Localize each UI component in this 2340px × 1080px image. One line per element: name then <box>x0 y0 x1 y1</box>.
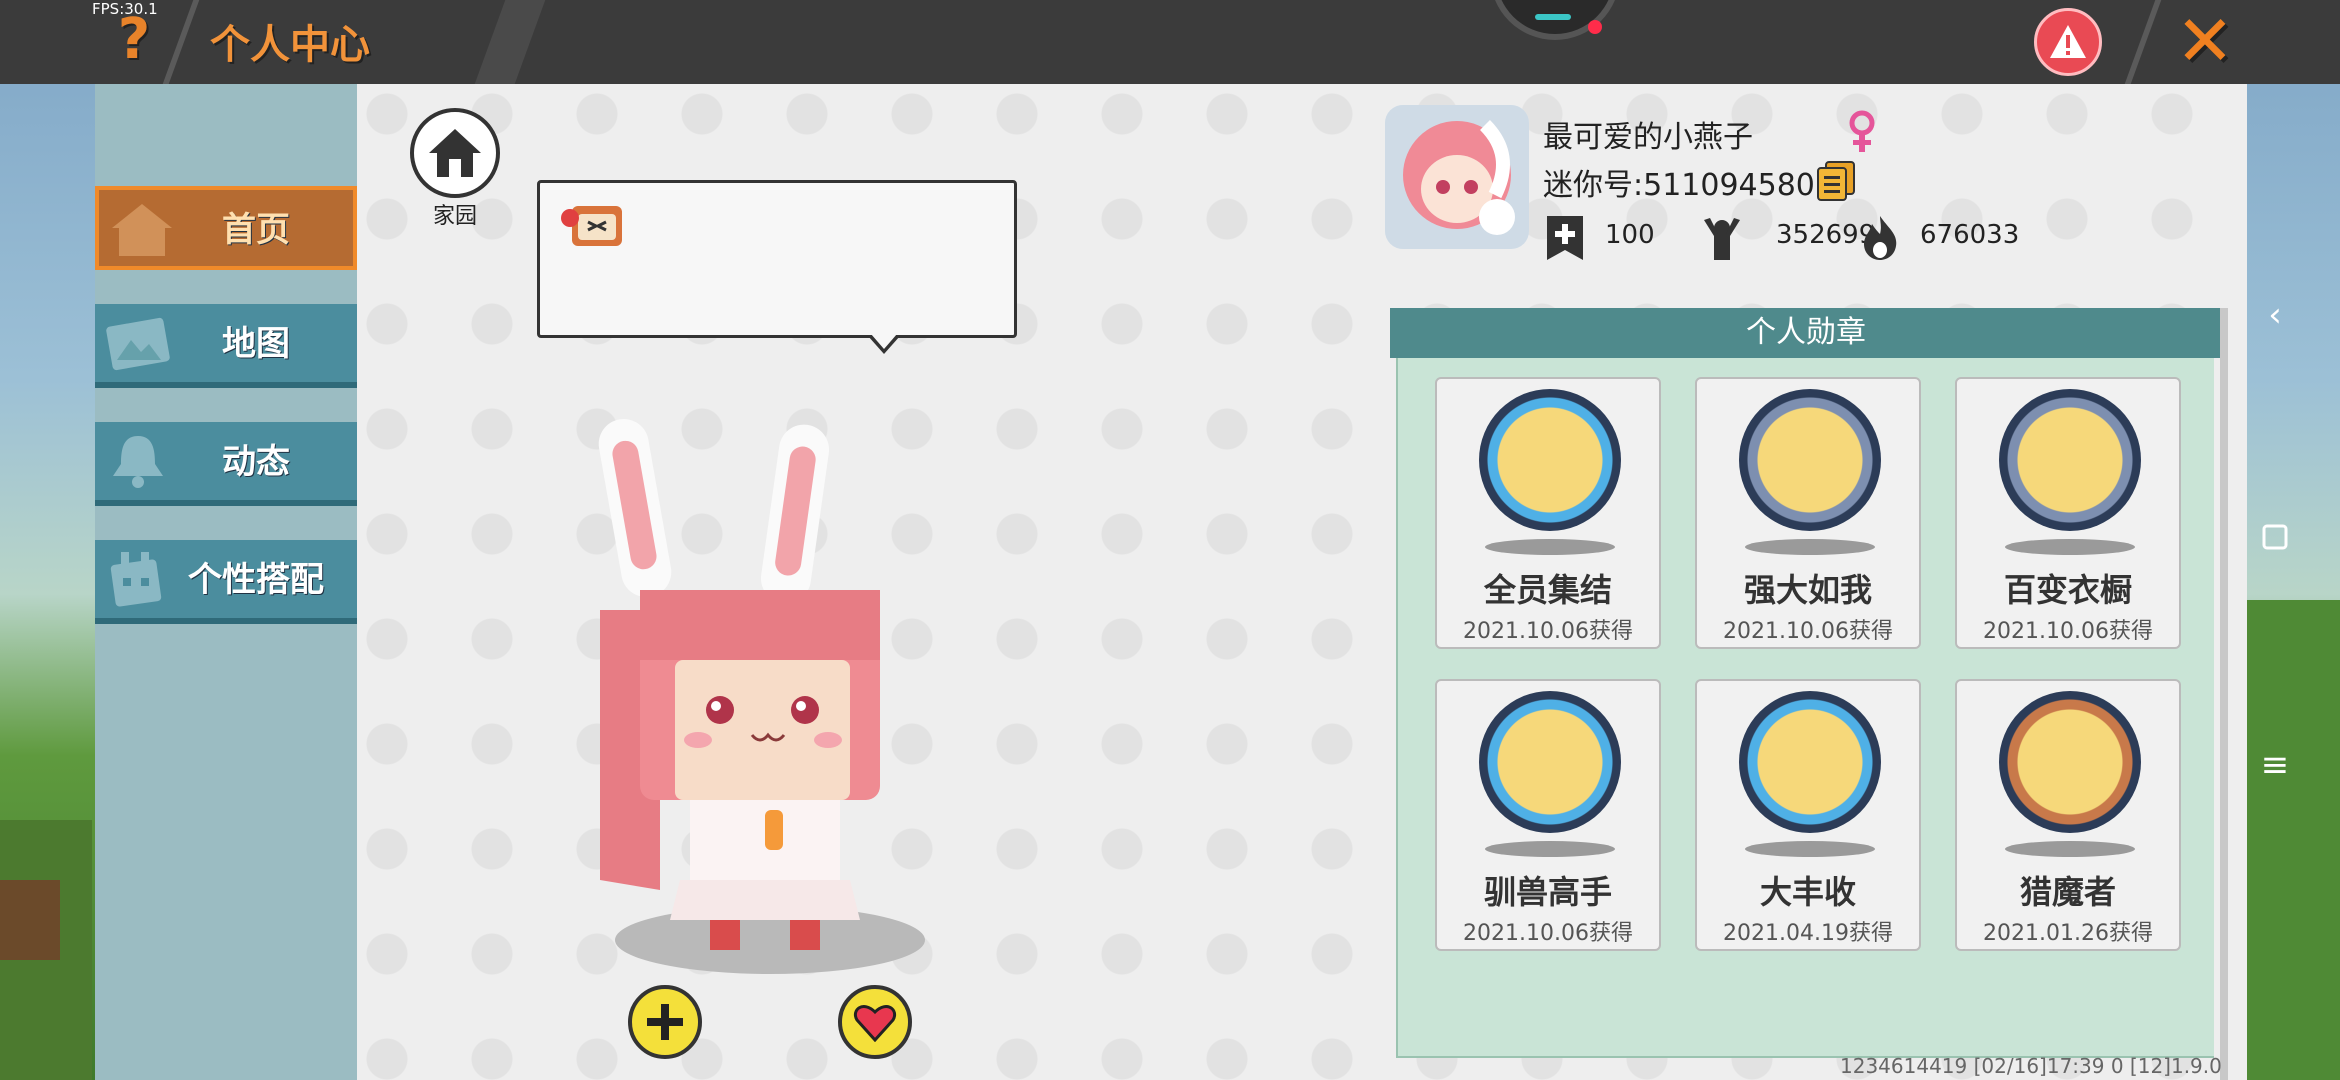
medal-card[interactable]: 大丰收 2021.04.19获得 <box>1695 679 1921 951</box>
add-button[interactable] <box>628 985 702 1059</box>
page-title: 个人中心 <box>210 22 370 68</box>
nav-item-outfit[interactable]: 个性搭配 <box>95 540 357 624</box>
nav-item-label: 地图 <box>222 324 290 364</box>
homeland-label: 家园 <box>432 204 477 229</box>
medals-scrollbar[interactable] <box>2220 308 2228 1080</box>
back-icon[interactable]: ‹ <box>2255 295 2295 335</box>
build-info: 1234614419 [02/16]17:39 0 [12]1.9.0 <box>1840 1054 2222 1078</box>
medal-shadow <box>2005 841 2135 857</box>
bear-medal-icon <box>1479 389 1621 531</box>
nav-item-feed[interactable]: 动态 <box>95 422 357 506</box>
medal-card[interactable]: 猎魔者 2021.01.26获得 <box>1955 679 2181 951</box>
bubble-tail <box>871 334 897 349</box>
medal-card[interactable]: 驯兽高手 2021.10.06获得 <box>1435 679 1661 951</box>
square-icon <box>2262 524 2288 550</box>
female-icon <box>1849 110 1875 152</box>
medal-date: 2021.10.06获得 <box>1983 619 2153 644</box>
medal-date: 2021.10.06获得 <box>1723 619 1893 644</box>
help-button[interactable]: ? <box>110 10 158 70</box>
notch-dot <box>1588 20 1602 34</box>
medal-name: 大丰收 <box>1759 873 1856 911</box>
medal-shadow <box>1485 841 1615 857</box>
homeland-button[interactable] <box>410 108 500 198</box>
medal-name: 百变衣橱 <box>2003 571 2132 609</box>
medal-shadow <box>1745 539 1875 555</box>
flame-icon <box>1864 216 1897 260</box>
medal-name: 强大如我 <box>1743 571 1872 609</box>
warning-icon <box>2050 25 2086 58</box>
medal-shadow <box>2005 539 2135 555</box>
harvest-medal-icon <box>1739 691 1881 833</box>
notch-indicator <box>1535 14 1571 20</box>
medals-header: 个人勋章 <box>1390 308 2222 358</box>
menu-icon[interactable]: ≡ <box>2255 745 2295 785</box>
medal-date: 2021.10.06获得 <box>1463 619 1633 644</box>
player-character[interactable] <box>580 410 940 980</box>
plus-icon <box>647 1004 683 1040</box>
avatar-portrait <box>1385 105 1529 249</box>
medal-date: 2021.04.19获得 <box>1723 921 1893 946</box>
heart-icon <box>854 1005 896 1042</box>
nav-item-label: 首页 <box>222 210 290 250</box>
medal-name: 全员集结 <box>1483 571 1612 609</box>
close-button[interactable]: ✕ <box>2170 6 2240 76</box>
medal-name: 驯兽高手 <box>1483 873 1612 911</box>
medal-name: 猎魔者 <box>2019 873 2116 911</box>
swords-medal-icon <box>1999 691 2141 833</box>
medal-card[interactable]: 百变衣橱 2021.10.06获得 <box>1955 377 2181 649</box>
mini-id: 迷你号:511094580 <box>1543 168 1815 203</box>
nav-item-map[interactable]: 地图 <box>95 304 357 388</box>
medal-date: 2021.10.06获得 <box>1463 921 1633 946</box>
nav-item-label: 个性搭配 <box>188 560 324 600</box>
popularity-value: 676033 <box>1920 220 2020 250</box>
medal-card[interactable]: 全员集结 2021.10.06获得 <box>1435 377 1661 649</box>
like-button[interactable] <box>838 985 912 1059</box>
level-icon <box>1547 216 1583 260</box>
medal-date: 2021.01.26获得 <box>1983 921 2153 946</box>
wardrobe-medal-icon <box>1999 389 2141 531</box>
level-value: 100 <box>1605 220 1655 250</box>
medal-shadow <box>1485 539 1615 555</box>
house-icon <box>429 129 481 177</box>
medal-shadow <box>1745 841 1875 857</box>
medal-card[interactable]: 强大如我 2021.10.06获得 <box>1695 377 1921 649</box>
avatar[interactable] <box>1385 105 1529 249</box>
beast-medal-icon <box>1479 691 1621 833</box>
background-block <box>0 880 60 960</box>
emoji-sticker-icon <box>561 206 622 246</box>
player-nickname: 最可爱的小燕子 <box>1543 120 1753 155</box>
recent-apps-icon[interactable] <box>2255 520 2295 560</box>
fans-icon <box>1704 218 1740 260</box>
nav-item-home[interactable]: 首页 <box>95 186 357 270</box>
rocket-medal-icon <box>1739 389 1881 531</box>
report-button[interactable] <box>2034 8 2102 76</box>
copy-icon[interactable] <box>1816 160 1856 202</box>
nav-item-label: 动态 <box>222 442 290 482</box>
system-nav-bar <box>2247 84 2340 1080</box>
